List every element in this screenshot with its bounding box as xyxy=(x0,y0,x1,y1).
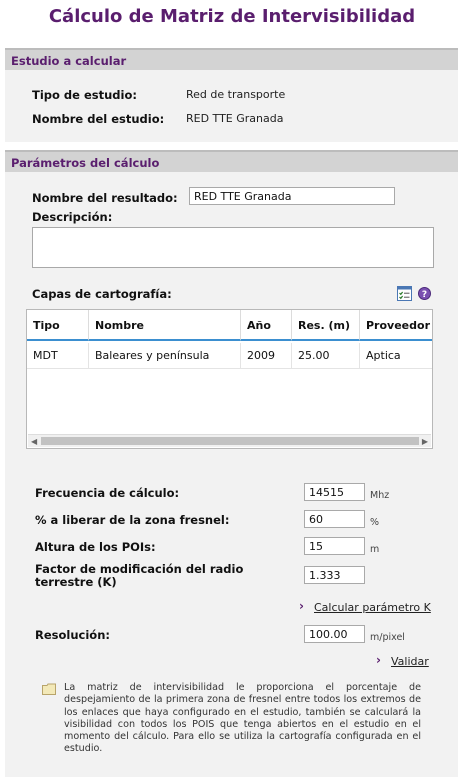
chevron-right-icon: › xyxy=(376,653,381,667)
page-title: Cálculo de Matriz de Intervisibilidad xyxy=(48,6,416,27)
table-row-nombre[interactable]: Baleares y península xyxy=(89,343,241,369)
note-icon xyxy=(42,683,56,695)
params-panel-header: Parámetros del cálculo xyxy=(5,150,458,172)
description-textarea[interactable] xyxy=(32,227,434,268)
grid-header-res[interactable]: Res. (m) xyxy=(292,310,360,341)
k-factor-input[interactable] xyxy=(304,566,365,584)
result-name-input[interactable] xyxy=(189,187,395,205)
layers-grid: Tipo Nombre Año Res. (m) Proveedor MDT B… xyxy=(26,309,433,449)
grid-horizontal-scrollbar[interactable]: ◀ ▶ xyxy=(28,434,431,447)
resolution-input[interactable] xyxy=(304,625,365,643)
fresnel-input[interactable] xyxy=(304,510,365,528)
scroll-right-icon[interactable]: ▶ xyxy=(422,436,428,447)
frequency-input[interactable] xyxy=(304,483,365,501)
study-name-value: RED TTE Granada xyxy=(186,112,284,125)
scroll-left-icon[interactable]: ◀ xyxy=(31,436,37,447)
table-row-proveedor[interactable]: Aptica xyxy=(360,343,432,369)
study-type-value: Red de transporte xyxy=(186,88,286,101)
info-text: La matriz de intervisibilidad le proporc… xyxy=(64,682,421,755)
layers-label: Capas de cartografía: xyxy=(32,287,172,301)
frequency-label: Frecuencia de cálculo: xyxy=(35,486,180,500)
fresnel-label: % a liberar de la zona fresnel: xyxy=(35,513,230,527)
help-icon[interactable]: ? xyxy=(418,287,431,300)
frequency-unit: Mhz xyxy=(370,490,390,501)
grid-header-nombre[interactable]: Nombre xyxy=(89,310,241,341)
table-row-ano[interactable]: 2009 xyxy=(241,343,292,369)
poi-height-input[interactable] xyxy=(304,537,365,555)
chevron-right-icon: › xyxy=(299,599,304,613)
k-factor-label: Factor de modificación del radio terrest… xyxy=(35,562,244,589)
resolution-unit: m/pixel xyxy=(370,632,405,643)
scroll-thumb[interactable] xyxy=(41,437,419,445)
checklist-icon[interactable] xyxy=(397,286,412,301)
table-row-tipo[interactable]: MDT xyxy=(27,343,89,369)
poi-height-unit: m xyxy=(370,544,380,555)
calc-k-link[interactable]: Calcular parámetro K xyxy=(314,601,431,614)
table-row-res[interactable]: 25.00 xyxy=(292,343,360,369)
svg-text:?: ? xyxy=(422,290,427,300)
resolution-label: Resolución: xyxy=(35,628,110,642)
result-name-label: Nombre del resultado: xyxy=(32,191,178,205)
fresnel-unit: % xyxy=(370,517,380,528)
grid-header-tipo[interactable]: Tipo xyxy=(27,310,89,341)
study-name-label: Nombre del estudio: xyxy=(32,112,165,126)
grid-header-ano[interactable]: Año xyxy=(241,310,292,341)
validate-link[interactable]: Validar xyxy=(391,655,429,668)
study-panel-header: Estudio a calcular xyxy=(5,48,458,70)
poi-height-label: Altura de los POIs: xyxy=(35,540,156,554)
description-label: Descripción: xyxy=(32,210,113,224)
study-type-label: Tipo de estudio: xyxy=(32,88,137,102)
grid-header-proveedor[interactable]: Proveedor xyxy=(360,310,432,341)
